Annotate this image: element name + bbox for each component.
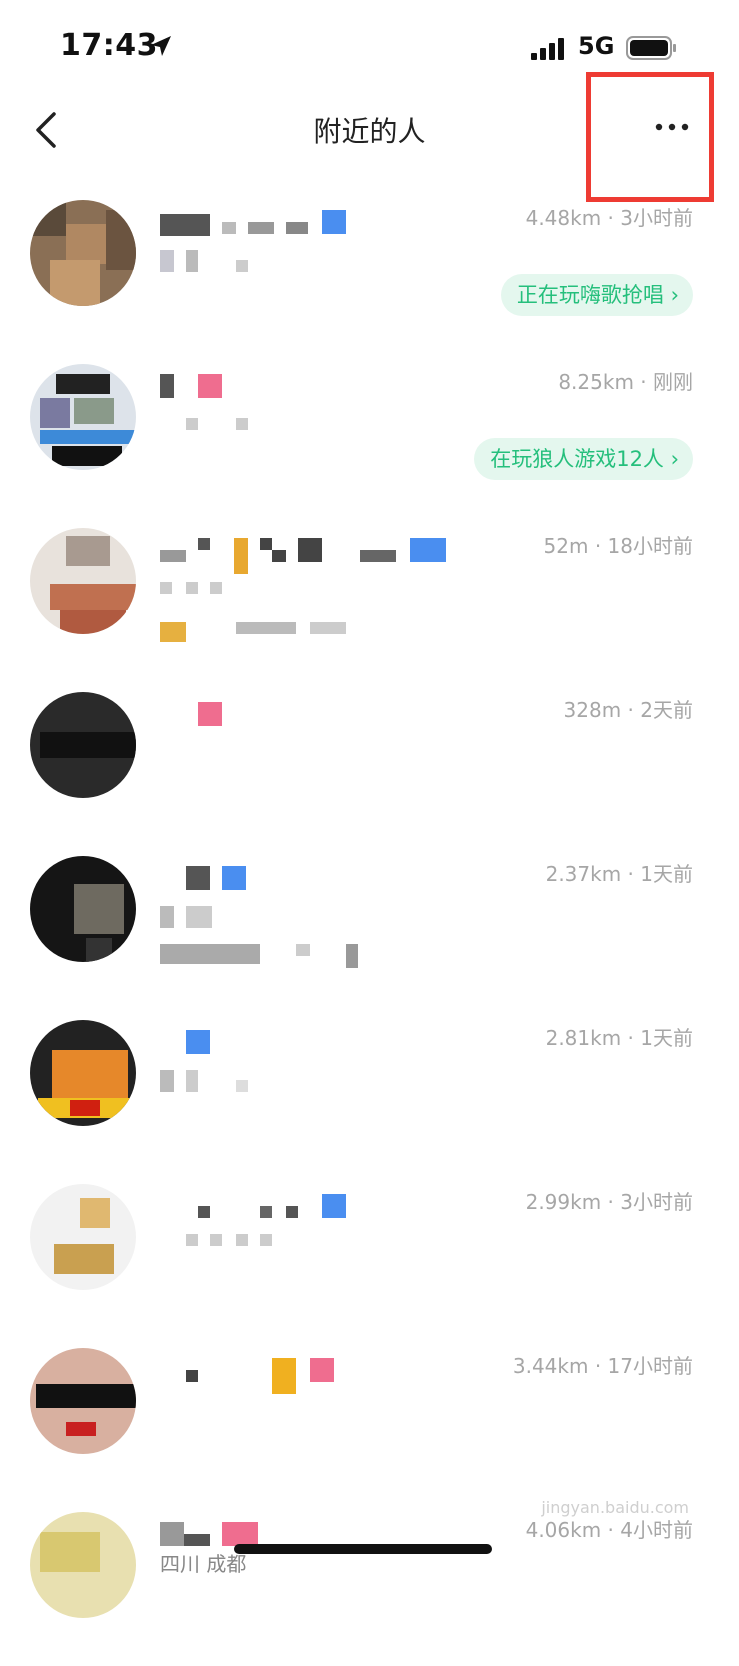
location-region: 四川 成都: [160, 1552, 247, 1576]
bio-redacted: [160, 578, 400, 648]
activity-chip[interactable]: 正在玩嗨歌抢唱 ›: [500, 274, 693, 316]
bio-redacted: [160, 1070, 260, 1096]
cellular-signal-icon: [531, 38, 564, 60]
battery-icon: [626, 36, 676, 60]
list-item[interactable]: 4.06km · 4小时前: [0, 1502, 739, 1666]
avatar: [30, 1020, 136, 1126]
username-redacted: [160, 1030, 220, 1058]
avatar: [30, 200, 136, 306]
distance-time: 2.81km · 1天前: [545, 1026, 693, 1050]
status-time: 17:43: [60, 28, 158, 63]
avatar: [30, 364, 136, 470]
list-item[interactable]: 2.99km · 3小时前: [0, 1174, 739, 1338]
home-indicator[interactable]: [234, 1544, 492, 1554]
avatar: [30, 1348, 136, 1454]
username-redacted: [160, 1358, 360, 1394]
distance-time: 2.99km · 3小时前: [525, 1190, 693, 1214]
avatar: [30, 1184, 136, 1290]
distance-time: 4.48km · 3小时前: [525, 206, 693, 230]
list-item[interactable]: 3.44km · 17小时前: [0, 1338, 739, 1502]
list-item[interactable]: 328m · 2天前: [0, 682, 739, 846]
watermark-text: jingyan.baidu.com: [541, 1498, 689, 1517]
username-redacted: [160, 210, 360, 238]
username-redacted: [160, 538, 460, 574]
activity-chip[interactable]: 在玩狼人游戏12人 ›: [474, 438, 693, 480]
bio-redacted: [160, 906, 380, 976]
distance-time: 8.25km · 刚刚: [558, 370, 693, 394]
list-item[interactable]: 2.37km · 1天前: [0, 846, 739, 1010]
username-redacted: [160, 1194, 360, 1222]
list-item[interactable]: 2.81km · 1天前: [0, 1010, 739, 1174]
username-redacted: [160, 702, 230, 730]
avatar: [30, 528, 136, 634]
list-item[interactable]: 4.48km · 3小时前 正在玩嗨歌抢唱 ›: [0, 190, 739, 354]
bio-redacted: [160, 414, 260, 440]
annotation-highlight-box: [586, 72, 714, 202]
network-type: 5G: [578, 32, 615, 60]
distance-time: 328m · 2天前: [563, 698, 693, 722]
username-redacted: [160, 374, 230, 402]
avatar: [30, 1512, 136, 1618]
list-item[interactable]: 52m · 18小时前: [0, 518, 739, 682]
avatar: [30, 856, 136, 962]
bio-redacted: [160, 1234, 300, 1260]
distance-time: 3.44km · 17小时前: [512, 1354, 693, 1378]
avatar: [30, 692, 136, 798]
distance-time: 4.06km · 4小时前: [525, 1518, 693, 1542]
username-redacted: [160, 866, 260, 894]
list-item[interactable]: 8.25km · 刚刚 在玩狼人游戏12人 ›: [0, 354, 739, 518]
distance-time: 52m · 18小时前: [543, 534, 693, 558]
bio-redacted: [160, 250, 280, 276]
distance-time: 2.37km · 1天前: [545, 862, 693, 886]
location-arrow-icon: [151, 36, 171, 56]
